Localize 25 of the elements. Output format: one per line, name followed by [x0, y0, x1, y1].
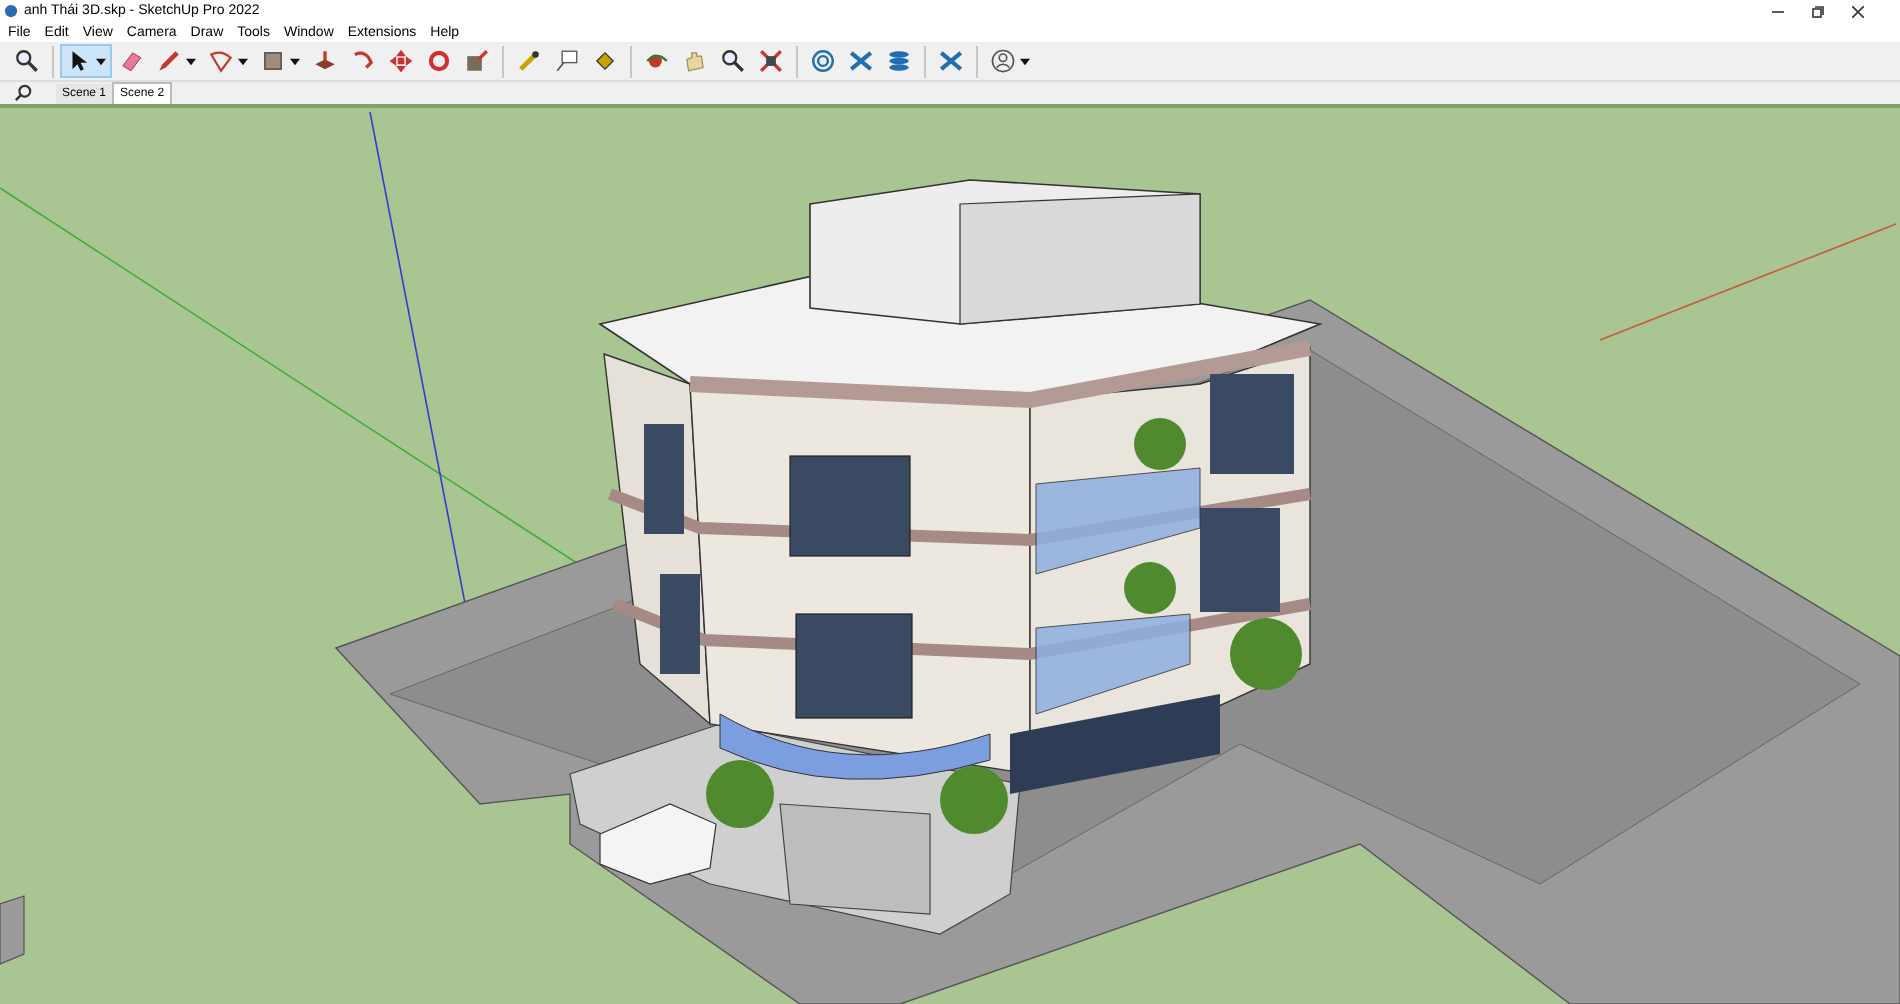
- push-pull-icon: [312, 48, 338, 74]
- account-icon: [990, 48, 1016, 74]
- scale-icon: [464, 48, 490, 74]
- 3d-viewport[interactable]: [0, 104, 1900, 1004]
- move-icon: [388, 48, 414, 74]
- tape-measure-icon: [516, 48, 542, 74]
- stacked-layers-icon: [886, 48, 912, 74]
- app-logo-icon: [4, 4, 18, 18]
- text-callout-icon: [554, 48, 580, 74]
- eraser-icon: [118, 48, 144, 74]
- tool-button[interactable]: [60, 44, 112, 78]
- minimize-icon[interactable]: [1772, 5, 1784, 17]
- zoom-extents-icon: [758, 48, 784, 74]
- search-icon[interactable]: [14, 84, 32, 102]
- rotate-icon: [426, 48, 452, 74]
- close-icon[interactable]: [1852, 5, 1864, 17]
- restore-icon[interactable]: [1812, 5, 1824, 17]
- paint-bucket-icon: [592, 48, 618, 74]
- hand-icon: [682, 48, 708, 74]
- pencil-icon: [156, 48, 182, 74]
- rectangle-icon: [260, 48, 286, 74]
- zoom-icon: [14, 48, 40, 74]
- follow-me-icon: [350, 48, 376, 74]
- zoom-icon: [720, 48, 746, 74]
- arc-icon: [208, 48, 234, 74]
